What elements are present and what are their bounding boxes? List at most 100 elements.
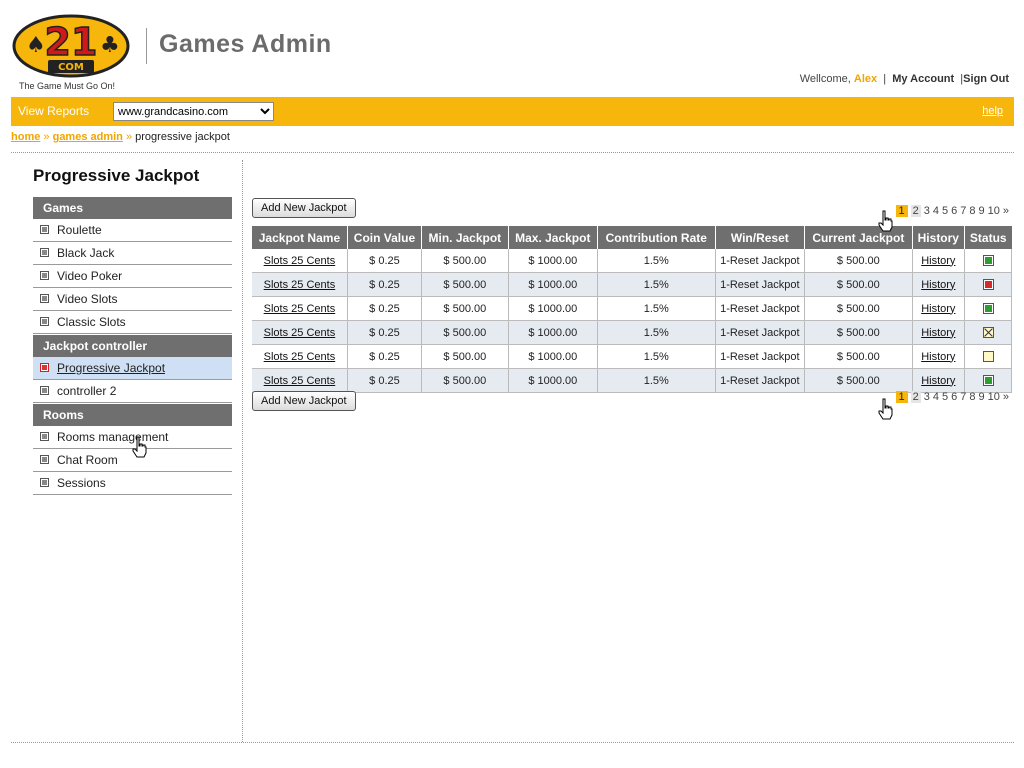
bullet-icon: [40, 271, 49, 281]
page-link-5[interactable]: 5: [942, 205, 948, 217]
add-new-jackpot-button-bottom[interactable]: Add New Jackpot: [252, 391, 356, 411]
table-header-row: Jackpot Name Coin Value Min. Jackpot Max…: [252, 226, 1012, 249]
page-link-1[interactable]: 1: [895, 391, 908, 403]
jackpot-table: Jackpot Name Coin Value Min. Jackpot Max…: [252, 226, 1012, 393]
jackpot-name-cell: Slots 25 Cents: [252, 368, 348, 393]
status-cell: [964, 368, 1012, 393]
status-green-icon[interactable]: [982, 255, 994, 267]
max-jackpot-cell: $ 1000.00: [508, 368, 598, 393]
page-link-10[interactable]: 10: [988, 391, 1000, 403]
col-coin-value: Coin Value: [347, 226, 423, 249]
min-jackpot-cell: $ 500.00: [421, 368, 509, 393]
welcome-text: Wellcome,: [799, 73, 851, 85]
sign-out-link[interactable]: Sign Out: [963, 73, 1009, 85]
current-jackpot-cell: $ 500.00: [804, 249, 913, 273]
sidebar-item-label: Sessions: [57, 476, 106, 490]
sidebar-item-controller-2[interactable]: controller 2: [33, 380, 232, 403]
col-max-jackpot: Max. Jackpot: [508, 226, 598, 249]
jackpot-name-cell: Slots 25 Cents: [252, 249, 348, 273]
history-link[interactable]: History: [921, 327, 955, 339]
page-link-3[interactable]: 3: [924, 391, 930, 403]
hand-cursor-icon: [878, 210, 893, 232]
jackpot-name-link[interactable]: Slots 25 Cents: [264, 375, 336, 387]
page-link-8[interactable]: 8: [969, 205, 975, 217]
page-link-5[interactable]: 5: [942, 391, 948, 403]
site-logo[interactable]: ♠ ♣ 21 COM: [12, 14, 130, 78]
bullet-icon: [40, 386, 49, 396]
my-account-link[interactable]: My Account: [892, 73, 954, 85]
table-row: Slots 25 Cents $ 0.25 $ 500.00 $ 1000.00 1.5…: [252, 296, 1012, 321]
status-green-icon[interactable]: [982, 375, 994, 387]
sidebar-item-label: Video Poker: [57, 269, 123, 283]
next-page-link[interactable]: »: [1003, 391, 1009, 403]
jackpot-name-link[interactable]: Slots 25 Cents: [264, 327, 336, 339]
breadcrumb-home[interactable]: home: [11, 131, 40, 143]
page-link-4[interactable]: 4: [933, 391, 939, 403]
add-new-jackpot-button[interactable]: Add New Jackpot: [252, 198, 356, 218]
header-divider: [146, 28, 147, 64]
page-link-10[interactable]: 10: [988, 205, 1000, 217]
status-cell: [964, 320, 1012, 345]
page-link-2[interactable]: 2: [910, 205, 921, 217]
help-link[interactable]: help: [982, 105, 1003, 117]
page-link-4[interactable]: 4: [933, 205, 939, 217]
min-jackpot-cell: $ 500.00: [421, 272, 509, 297]
status-empty-icon[interactable]: [982, 351, 994, 363]
page-link-3[interactable]: 3: [924, 205, 930, 217]
breadcrumb-separator: »: [43, 131, 50, 143]
page-link-9[interactable]: 9: [979, 205, 985, 217]
breadcrumb: home » games admin » progressive jackpot: [11, 131, 230, 143]
page-link-6[interactable]: 6: [951, 205, 957, 217]
history-link[interactable]: History: [921, 255, 955, 267]
current-jackpot-cell: $ 500.00: [804, 320, 913, 345]
coin-value-cell: $ 0.25: [347, 320, 423, 345]
current-jackpot-cell: $ 500.00: [804, 368, 913, 393]
jackpot-name-link[interactable]: Slots 25 Cents: [264, 351, 336, 363]
page-link-2[interactable]: 2: [910, 391, 921, 403]
page-link-7[interactable]: 7: [960, 391, 966, 403]
page-link-9[interactable]: 9: [979, 391, 985, 403]
sidebar-header-rooms: Rooms: [33, 404, 232, 426]
history-link[interactable]: History: [921, 279, 955, 291]
history-link[interactable]: History: [921, 303, 955, 315]
status-cell: [964, 272, 1012, 297]
history-link[interactable]: History: [921, 351, 955, 363]
history-link[interactable]: History: [921, 375, 955, 387]
sidebar-item-sessions[interactable]: Sessions: [33, 472, 232, 495]
max-jackpot-cell: $ 1000.00: [508, 320, 598, 345]
coin-value-cell: $ 0.25: [347, 272, 423, 297]
next-page-link[interactable]: »: [1003, 205, 1009, 217]
jackpot-name-link[interactable]: Slots 25 Cents: [264, 279, 336, 291]
breadcrumb-games-admin[interactable]: games admin: [53, 131, 123, 143]
jackpot-name-link[interactable]: Slots 25 Cents: [264, 303, 336, 315]
bullet-icon: [40, 294, 49, 304]
status-red-icon[interactable]: [982, 279, 994, 291]
toolbar: View Reports www.grandcasino.com help: [11, 97, 1014, 126]
app-title: Games Admin: [159, 30, 332, 58]
status-cell: [964, 296, 1012, 321]
jackpot-name-link[interactable]: Slots 25 Cents: [264, 255, 336, 267]
page-link-8[interactable]: 8: [969, 391, 975, 403]
site-select[interactable]: www.grandcasino.com: [113, 102, 274, 121]
hand-cursor-icon: [132, 436, 147, 458]
sidebar-item-roulette[interactable]: Roulette: [33, 219, 232, 242]
sidebar-item-classic-slots[interactable]: Classic Slots: [33, 311, 232, 334]
bullet-icon: [40, 248, 49, 258]
sidebar-item-video-slots[interactable]: Video Slots: [33, 288, 232, 311]
status-x-icon[interactable]: [982, 327, 994, 339]
status-green-icon[interactable]: [982, 303, 994, 315]
col-history: History: [912, 226, 966, 249]
history-cell: History: [912, 344, 966, 369]
current-jackpot-cell: $ 500.00: [804, 272, 913, 297]
page-link-1[interactable]: 1: [895, 205, 908, 217]
sidebar-item-black-jack[interactable]: Black Jack: [33, 242, 232, 265]
page-link-7[interactable]: 7: [960, 205, 966, 217]
sidebar-header-games: Games: [33, 197, 232, 219]
max-jackpot-cell: $ 1000.00: [508, 272, 598, 297]
sidebar-item-progressive-jackpot[interactable]: Progressive Jackpot: [33, 357, 232, 380]
tagline: The Game Must Go On!: [19, 81, 116, 91]
win-reset-cell: 1-Reset Jackpot: [715, 344, 806, 369]
page-link-6[interactable]: 6: [951, 391, 957, 403]
sidebar-item-video-poker[interactable]: Video Poker: [33, 265, 232, 288]
min-jackpot-cell: $ 500.00: [421, 296, 509, 321]
